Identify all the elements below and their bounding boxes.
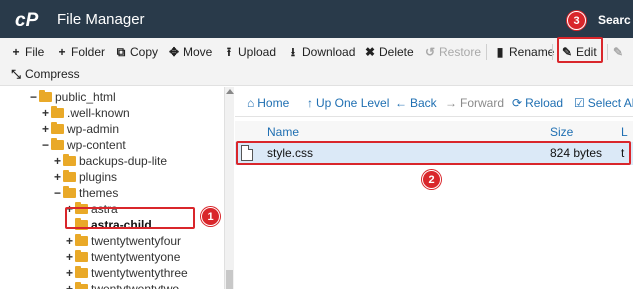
tree-item-well-known[interactable]: + .well-known (42, 105, 130, 121)
expand-toggle[interactable]: + (66, 233, 75, 249)
home-icon: ⌂ (247, 96, 255, 110)
compress-icon: ⤡ (11, 67, 21, 81)
file-table-header: Name Size L (235, 121, 633, 143)
plus-icon: + (58, 45, 66, 59)
annotation-badge-3: 3 (567, 11, 586, 30)
toolbar-divider (607, 44, 608, 60)
copy-icon: ⧉ (116, 45, 126, 59)
move-icon: ✥ (168, 45, 180, 59)
move-button[interactable]: ✥ Move (168, 42, 212, 62)
expand-toggle[interactable]: + (42, 121, 51, 137)
column-header-size[interactable]: Size (550, 125, 573, 139)
expand-toggle[interactable]: + (42, 105, 51, 121)
folder-icon (51, 138, 64, 150)
folder-icon (75, 234, 88, 246)
reload-button[interactable]: ⟳ Reload (512, 95, 563, 111)
copy-button[interactable]: ⧉ Copy (115, 42, 158, 62)
tree-item-wp-admin[interactable]: + wp-admin (42, 121, 119, 137)
tree-scrollbar[interactable] (224, 87, 234, 289)
upload-icon: ⭱ (226, 45, 232, 59)
expand-toggle[interactable]: + (66, 281, 75, 289)
tree-item-backups-dup-lite[interactable]: + backups-dup-lite (54, 153, 167, 169)
reload-icon: ⟳ (512, 96, 523, 110)
tree-item-plugins[interactable]: + plugins (54, 169, 117, 185)
top-header: cP File Manager Searc (0, 0, 633, 38)
tree-item-themes[interactable]: − themes (54, 185, 118, 201)
svg-text:cP: cP (15, 10, 39, 30)
folder-icon (63, 154, 76, 166)
arrow-right-icon: → (445, 96, 457, 110)
tree-item-twentytwentytwo[interactable]: + twentytwentytwo (66, 281, 179, 289)
level-up-icon: ↑ (307, 96, 313, 110)
search-label[interactable]: Searc (598, 13, 631, 27)
folder-icon (75, 282, 88, 289)
folder-icon (51, 106, 64, 118)
delete-button[interactable]: ✖ Delete (364, 42, 414, 62)
navigation-bar: ⌂ Home ↑ Up One Level ← Back → Forward ⟳ Relo… (235, 87, 633, 117)
edit-icon: ✎ (612, 45, 624, 59)
expand-toggle[interactable]: + (66, 265, 75, 281)
folder-icon (39, 90, 52, 102)
tree-item-twentytwentythree[interactable]: + twentytwentythree (66, 265, 188, 281)
tree-item-twentytwentyfour[interactable]: + twentytwentyfour (66, 233, 181, 249)
app-title: File Manager (57, 11, 145, 28)
toolbar-divider (486, 44, 487, 60)
close-icon: ✖ (364, 45, 376, 59)
new-file-button[interactable]: + File (10, 42, 44, 62)
tree-item-twentytwentyone[interactable]: + twentytwentyone (66, 249, 180, 265)
new-folder-button[interactable]: + Folder (56, 42, 105, 62)
restore-button[interactable]: ↺ Restore (424, 42, 481, 62)
download-button[interactable]: ⭳ Download (287, 42, 355, 62)
annotation-highlight-astra-child (65, 207, 195, 229)
select-all-button[interactable]: ☑ Select All (574, 95, 633, 111)
annotation-badge-1: 1 (201, 207, 220, 226)
download-icon: ⭳ (290, 45, 296, 59)
tree-item-public-html[interactable]: − public_html (30, 89, 116, 105)
folder-icon (63, 186, 76, 198)
column-header-last-modified[interactable]: L (621, 125, 628, 139)
checkbox-icon: ☑ (574, 96, 585, 110)
collapse-toggle[interactable]: − (30, 89, 39, 105)
plus-icon: + (12, 45, 20, 59)
html-editor-button[interactable]: ✎ (612, 42, 627, 62)
annotation-highlight-edit (557, 37, 603, 63)
collapse-toggle[interactable]: − (42, 137, 51, 153)
file-icon: ▮ (496, 45, 504, 59)
folder-tree: − public_html + .well-known + wp-admin − wp-… (0, 87, 224, 289)
scroll-up-icon[interactable] (226, 89, 234, 94)
arrow-left-icon: ← (395, 96, 407, 110)
folder-icon (75, 266, 88, 278)
annotation-highlight-style-css (236, 141, 631, 165)
compress-button[interactable]: ⤡ Compress (10, 64, 80, 84)
folder-icon (51, 122, 64, 134)
home-button[interactable]: ⌂ Home (247, 95, 289, 111)
back-button[interactable]: ← Back (395, 95, 437, 111)
column-header-name[interactable]: Name (267, 125, 299, 139)
folder-icon (63, 170, 76, 182)
tree-item-wp-content[interactable]: − wp-content (42, 137, 126, 153)
expand-toggle[interactable]: + (54, 169, 63, 185)
up-one-level-button[interactable]: ↑ Up One Level (307, 95, 389, 111)
cpanel-logo-icon[interactable]: cP (15, 8, 51, 30)
expand-toggle[interactable]: + (66, 249, 75, 265)
toolbar-divider (552, 44, 553, 60)
undo-icon: ↺ (424, 45, 436, 59)
collapse-toggle[interactable]: − (54, 185, 63, 201)
scrollbar-thumb[interactable] (226, 270, 233, 289)
forward-button[interactable]: → Forward (445, 95, 504, 111)
annotation-badge-2: 2 (422, 170, 441, 189)
upload-button[interactable]: ⭱ Upload (223, 42, 276, 62)
folder-icon (75, 250, 88, 262)
expand-toggle[interactable]: + (54, 153, 63, 169)
rename-button[interactable]: ▮ Rename (494, 42, 555, 62)
